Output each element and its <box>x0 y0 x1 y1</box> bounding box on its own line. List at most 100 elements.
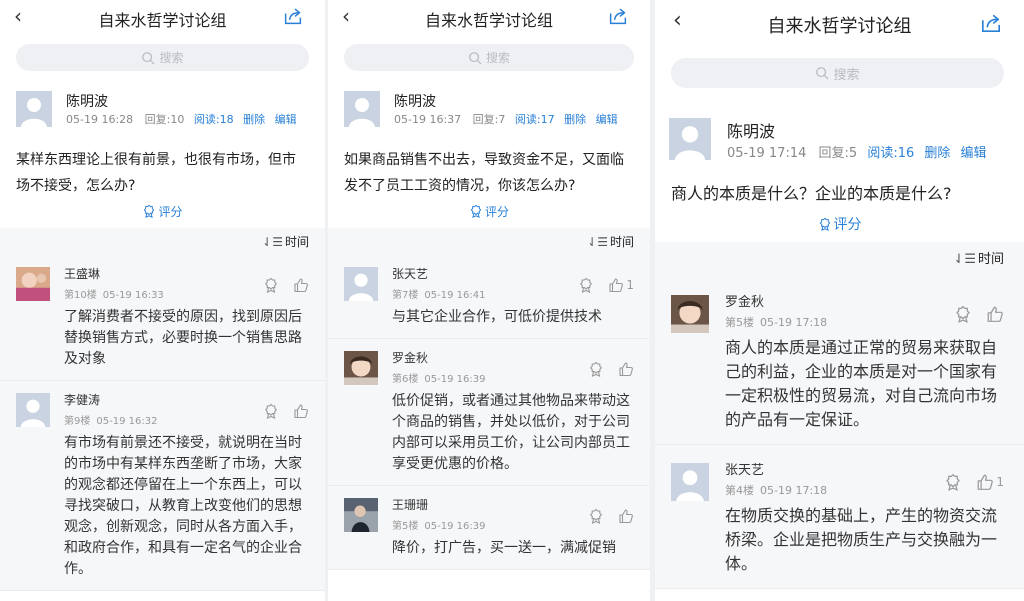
comment-text: 低价促销，或者通过其他物品来带动这个商品的销售，并处以低价，对于公司内部可以采用… <box>392 393 630 472</box>
search-input[interactable]: 搜索 <box>671 58 1004 88</box>
comment-item: 罗金秋 第5楼 05-19 17:18 商人的本质是通过正常的贸易来获取自己的利益… <box>655 277 1024 445</box>
comment-time: 05-19 16:39 <box>424 521 486 532</box>
post-panel-1: ‹ 自来水哲学讨论组 搜索 陈明波 05-19 16:28 回复:10 阅读:1… <box>0 0 325 601</box>
comments-section: ⇃☰ 时间 王盛琳 第10楼 05-19 16:33 了解消费者不接受的原因，找到原… <box>0 228 325 591</box>
share-icon[interactable] <box>980 13 1002 33</box>
award-icon[interactable] <box>263 277 279 293</box>
comment-text: 有市场有前景还不接受，就说明在当时的市场中有某样东西垄断了市场，大家的观念都还停… <box>64 435 302 577</box>
sort-label: 时间 <box>284 235 309 249</box>
comment-actions <box>588 508 634 524</box>
floor-number: 第5楼 <box>725 316 754 329</box>
avatar[interactable] <box>671 463 709 501</box>
read-count[interactable]: 阅读:17 <box>515 113 555 126</box>
comment-text: 商人的本质是通过正常的贸易来获取自己的利益，企业的本质是对一个国家有一定积极性的… <box>725 338 998 429</box>
share-icon[interactable] <box>283 7 303 25</box>
sort-label: 时间 <box>609 235 634 249</box>
post-datetime: 05-19 17:14 <box>727 146 807 161</box>
like-button[interactable]: 1 <box>976 473 1004 491</box>
edit-link[interactable]: 编辑 <box>275 113 297 126</box>
like-icon[interactable] <box>293 403 309 419</box>
sort-button[interactable]: ⇃☰ 时间 <box>328 229 650 255</box>
avatar[interactable] <box>16 267 50 301</box>
edit-link[interactable]: 编辑 <box>596 113 618 126</box>
reply-count: 回复:7 <box>472 113 506 126</box>
award-icon[interactable] <box>954 305 972 323</box>
comment-item: 李健涛 第9楼 05-19 16:32 有市场有前景还不接受，就说明在当时的市场中… <box>0 381 325 591</box>
search-placeholder: 搜索 <box>833 67 860 83</box>
nav-header: ‹ 自来水哲学讨论组 <box>655 0 1024 42</box>
page-title: 自来水哲学讨论组 <box>98 11 227 30</box>
comment-text: 了解消费者不接受的原因，找到原因后替换销售方式，必要时换一个销售思路及对象 <box>64 309 302 367</box>
award-icon[interactable] <box>263 403 279 419</box>
post-meta: 05-19 16:28 回复:10 阅读:18 删除 编辑 <box>66 111 297 127</box>
sort-button[interactable]: ⇃☰ 时间 <box>655 243 1024 277</box>
share-icon[interactable] <box>608 7 628 25</box>
like-icon[interactable] <box>618 508 634 524</box>
comment-text: 降价，打广告，买一送一，满减促销 <box>392 540 616 556</box>
comment-actions: 1 <box>578 277 634 293</box>
search-input[interactable]: 搜索 <box>344 44 634 71</box>
award-icon[interactable] <box>588 361 604 377</box>
avatar[interactable] <box>344 351 378 385</box>
avatar[interactable] <box>344 91 380 127</box>
award-icon[interactable] <box>588 508 604 524</box>
rate-label: 评分 <box>484 205 509 219</box>
delete-link[interactable]: 删除 <box>924 146 950 161</box>
like-icon[interactable] <box>986 305 1004 323</box>
delete-link[interactable]: 删除 <box>243 113 265 126</box>
author-name: 陈明波 <box>66 94 108 110</box>
search-placeholder: 搜索 <box>485 51 510 65</box>
sort-icon: ⇃☰ <box>262 235 283 249</box>
comment-time: 05-19 16:33 <box>102 290 164 301</box>
avatar[interactable] <box>344 267 378 301</box>
author-name: 陈明波 <box>394 94 436 110</box>
author-row: 陈明波 05-19 16:37 回复:7 阅读:17 删除 编辑 <box>328 91 650 131</box>
question-text: 商人的本质是什么？企业的本质是什么? <box>671 184 952 203</box>
award-icon <box>142 204 156 218</box>
like-icon <box>608 277 624 293</box>
avatar[interactable] <box>671 295 709 333</box>
award-icon[interactable] <box>578 277 594 293</box>
search-placeholder: 搜索 <box>159 51 184 65</box>
edit-link[interactable]: 编辑 <box>961 146 987 161</box>
comment-time: 05-19 16:32 <box>96 416 158 427</box>
delete-link[interactable]: 删除 <box>564 113 586 126</box>
floor-number: 第7楼 <box>392 290 419 301</box>
rate-button[interactable]: 评分 <box>0 203 325 220</box>
read-count[interactable]: 阅读:18 <box>194 113 234 126</box>
avatar[interactable] <box>669 118 711 160</box>
comment-time: 05-19 16:39 <box>424 374 486 385</box>
award-icon <box>818 217 832 231</box>
sort-label: 时间 <box>977 252 1004 267</box>
post-meta: 05-19 16:37 回复:7 阅读:17 删除 编辑 <box>394 111 618 127</box>
comment-time: 05-19 17:18 <box>760 316 828 329</box>
search-input[interactable]: 搜索 <box>16 44 309 71</box>
avatar[interactable] <box>16 91 52 127</box>
reply-count: 回复:5 <box>818 146 858 161</box>
read-count[interactable]: 阅读:16 <box>867 146 914 161</box>
sort-icon: ⇃☰ <box>953 252 976 267</box>
post-meta: 05-19 17:14 回复:5 阅读:16 删除 编辑 <box>727 142 987 161</box>
like-icon[interactable] <box>618 361 634 377</box>
question-text: 如果商品销售不出去，导致资金不足，又面临发不了员工工资的情况，你该怎么办? <box>344 152 624 194</box>
sort-button[interactable]: ⇃☰ 时间 <box>0 229 325 255</box>
floor-number: 第4楼 <box>725 484 754 497</box>
post-datetime: 05-19 16:37 <box>394 113 462 126</box>
floor-number: 第6楼 <box>392 374 419 385</box>
like-icon[interactable] <box>293 277 309 293</box>
comment-actions <box>263 403 309 419</box>
sort-icon: ⇃☰ <box>587 235 608 249</box>
post-datetime: 05-19 16:28 <box>66 113 134 126</box>
avatar[interactable] <box>344 498 378 532</box>
author-name: 陈明波 <box>727 122 776 141</box>
comment-text: 在物质交换的基础上，产生的物资交流桥梁。企业是把物质生产与交换融为一体。 <box>725 506 998 573</box>
avatar[interactable] <box>16 393 50 427</box>
like-button[interactable]: 1 <box>608 277 634 293</box>
award-icon[interactable] <box>944 473 962 491</box>
nav-header: ‹ 自来水哲学讨论组 <box>0 0 325 36</box>
rate-button[interactable]: 评分 <box>328 203 650 220</box>
rate-button[interactable]: 评分 <box>655 214 1024 234</box>
comment-actions: 1 <box>944 473 1004 491</box>
reply-count: 回复:10 <box>144 113 185 126</box>
comments-section: ⇃☰ 时间 张天艺 第7楼 05-19 16:41 与其它企业合作，可低价提供技术 … <box>328 228 650 570</box>
